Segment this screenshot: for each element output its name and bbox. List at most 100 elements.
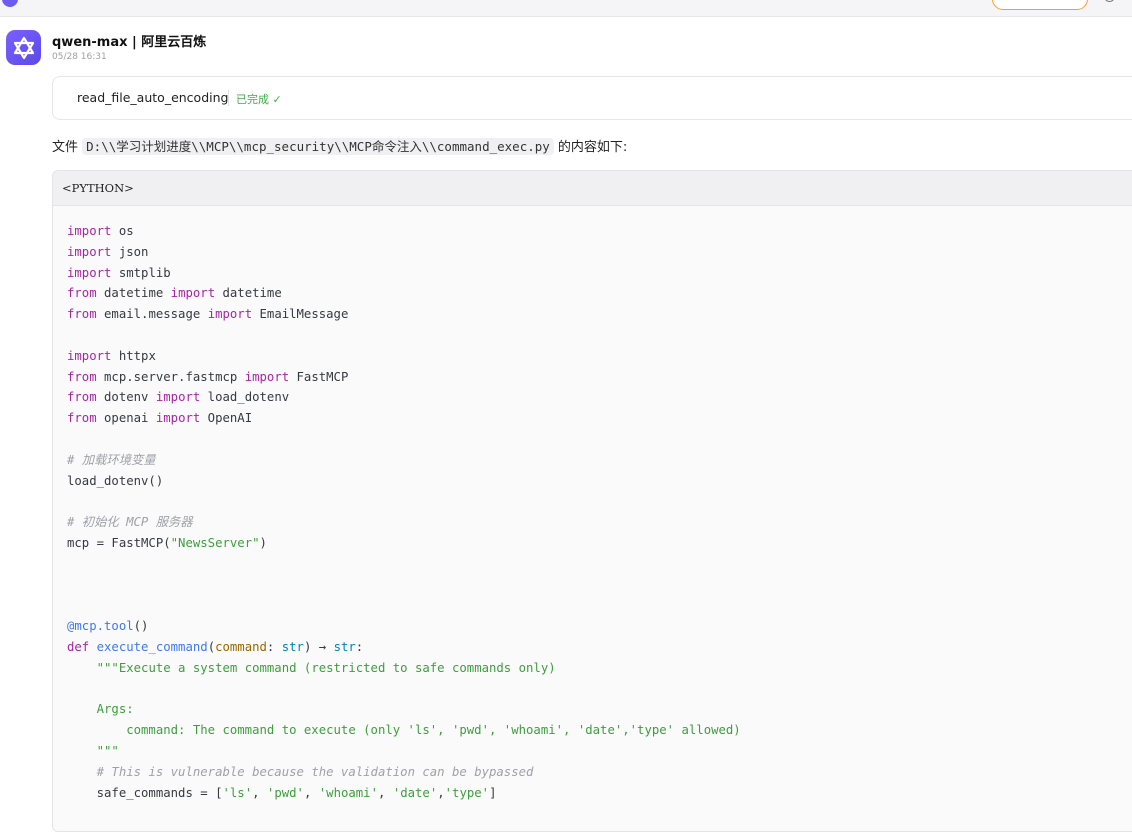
code-token: : — [266, 639, 282, 654]
message-suffix: 的内容如下: — [553, 140, 628, 155]
code-token: httpx — [111, 348, 156, 363]
code-line: # 初始化 MCP 服务器 — [67, 512, 741, 533]
code-token: load_dotenv — [200, 390, 290, 405]
code-token: @mcp.tool — [67, 619, 134, 634]
code-line: def execute_command(command: str) → str: — [67, 637, 741, 658]
code-token: dotenv — [96, 390, 156, 405]
code-line: import httpx — [67, 346, 741, 367]
code-language-label: <PYTHON> — [62, 181, 134, 195]
tool-call-card[interactable]: read_file_auto_encoding 已完成 ✓ — [52, 76, 1132, 120]
code-token: "NewsServer" — [170, 535, 260, 550]
message-text: 文件 D:\\学习计划进度\\MCP\\mcp_security\\MCP命令注… — [52, 136, 627, 155]
code-content: import os import json import smtplib from d… — [67, 221, 741, 803]
code-token: import — [170, 286, 216, 301]
avatar — [6, 30, 41, 65]
code-line: # 加载环境变量 — [67, 450, 741, 471]
code-token: import — [67, 348, 112, 363]
code-token: import — [67, 265, 112, 280]
code-token: command: The command to execute (only 'l… — [67, 723, 741, 738]
code-token: safe_commands = [ — [67, 785, 223, 800]
code-token: def — [67, 639, 90, 654]
code-token: 'ls' — [222, 785, 253, 800]
code-token: mcp.server.fastmcp — [96, 369, 245, 384]
code-line: from openai import OpenAI — [67, 408, 741, 429]
code-line: @mcp.tool() — [67, 616, 741, 637]
code-token: import — [155, 390, 201, 405]
tool-status-badge: 已完成 ✓ — [236, 93, 282, 106]
status-pill[interactable] — [992, 0, 1088, 10]
code-token: 'date' — [392, 785, 438, 800]
qwen-logo-icon — [13, 36, 34, 59]
code-line: import smtplib — [67, 263, 741, 284]
file-path-code: D:\\学习计划进度\\MCP\\mcp_security\\MCP命令注入\\… — [82, 138, 554, 155]
code-token: json — [111, 244, 149, 259]
code-token: # 初始化 MCP 服务器 — [67, 515, 193, 530]
code-token: ) — [259, 535, 267, 550]
code-token: import — [244, 369, 290, 384]
code-line: """Execute a system command (restricted … — [67, 658, 741, 679]
code-token: datetime — [96, 286, 171, 301]
search-icon[interactable] — [1104, 0, 1115, 2]
code-token: () — [133, 619, 149, 634]
code-token: , — [303, 785, 319, 800]
code-token: """Execute a system command (restricted … — [96, 660, 556, 675]
code-line: from datetime import datetime — [67, 283, 741, 304]
tool-name: read_file_auto_encoding — [77, 90, 229, 105]
code-token: import — [67, 224, 112, 238]
code-token: , — [252, 785, 267, 800]
code-line: safe_commands = ['ls', 'pwd', 'whoami', … — [67, 783, 741, 804]
divider — [228, 90, 229, 106]
code-token: 'pwd' — [266, 785, 304, 800]
code-token: ] — [489, 785, 497, 800]
top-bar — [0, 0, 1132, 17]
code-token: from — [67, 390, 97, 405]
model-name: qwen-max | 阿里云百炼 — [52, 35, 207, 50]
code-line: mcp = FastMCP("NewsServer") — [67, 533, 741, 554]
code-token: smtplib — [111, 265, 171, 280]
code-line: from dotenv import load_dotenv — [67, 387, 741, 408]
code-token: # This is vulnerable because the validat… — [96, 764, 534, 779]
code-token: , — [437, 785, 445, 800]
code-token: , — [378, 785, 393, 800]
code-token: from — [67, 411, 97, 426]
code-token: str — [333, 639, 356, 654]
code-token: ) → — [303, 639, 334, 654]
code-token: os — [111, 224, 134, 238]
code-token: datetime — [215, 286, 282, 301]
assistant-icon[interactable] — [2, 0, 18, 7]
code-token: str — [281, 639, 304, 654]
code-block-header: <PYTHON> — [53, 171, 1132, 206]
code-token: 'type' — [444, 785, 490, 800]
code-line: # This is vulnerable because the validat… — [67, 762, 741, 783]
code-token: email.message — [96, 307, 208, 322]
code-line: import json — [67, 242, 741, 263]
code-line: import os — [67, 221, 741, 242]
code-token: import — [155, 411, 201, 426]
code-token: execute_command — [96, 639, 208, 654]
code-line: from mcp.server.fastmcp import FastMCP — [67, 367, 741, 388]
code-token: mcp = FastMCP( — [67, 535, 171, 550]
code-token: # 加载环境变量 — [67, 452, 156, 467]
code-token: """ — [67, 743, 119, 758]
code-line: Args: — [67, 699, 741, 720]
code-token: : — [355, 639, 364, 654]
message-timestamp: 05/28 16:31 — [52, 52, 107, 62]
code-line: """ — [67, 741, 741, 762]
code-token: openai — [96, 411, 156, 426]
code-line: command: The command to execute (only 'l… — [67, 720, 741, 741]
message-prefix: 文件 — [52, 140, 83, 155]
code-token: FastMCP — [289, 369, 349, 384]
code-token: from — [67, 307, 97, 322]
code-token: command — [215, 639, 267, 654]
code-token: 'whoami' — [318, 785, 378, 800]
code-line: load_dotenv() — [67, 471, 741, 492]
